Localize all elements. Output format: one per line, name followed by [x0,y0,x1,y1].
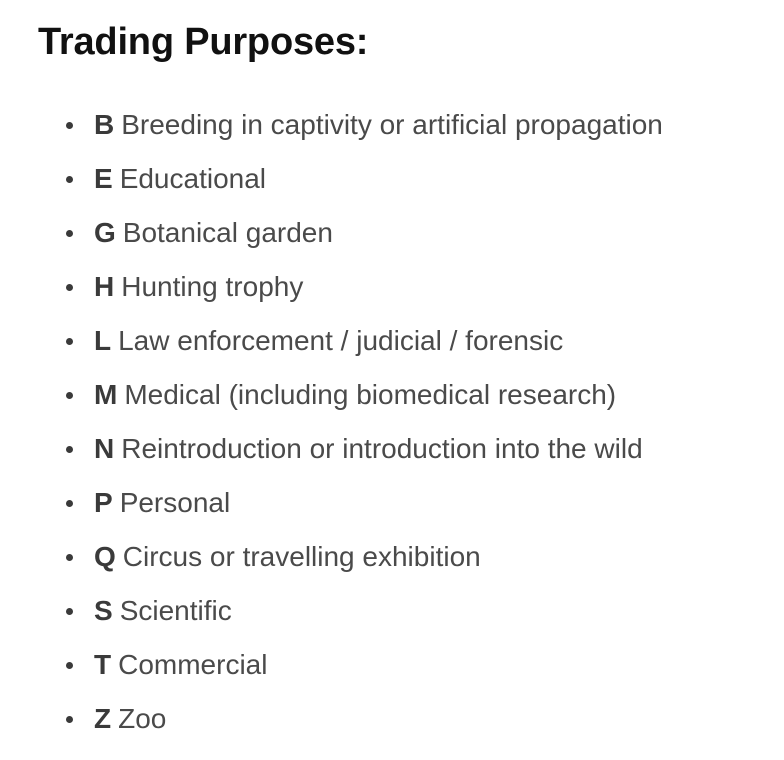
purpose-code: Q [94,541,116,572]
bullet-icon [66,230,73,237]
purpose-label: Botanical garden [122,217,333,248]
purpose-label: Hunting trophy [121,271,304,302]
bullet-icon [66,122,73,129]
purpose-list: B Breeding in captivity or artificial pro… [0,98,663,746]
purpose-code: N [94,433,115,464]
bullet-icon [66,500,73,507]
bullet-icon [66,284,73,291]
list-item: T Commercial [0,638,663,692]
purpose-code: H [94,271,115,302]
list-item: L Law enforcement / judicial / forensic [0,314,663,368]
purpose-label: Circus or travelling exhibition [122,541,481,572]
bullet-icon [66,662,73,669]
purpose-label: Law enforcement / judicial / forensic [118,325,564,356]
page-title: Trading Purposes: [38,21,369,63]
bullet-icon [66,392,73,399]
bullet-icon [66,446,73,453]
list-item: S Scientific [0,584,663,638]
list-item: H Hunting trophy [0,260,663,314]
bullet-icon [66,716,73,723]
purpose-label: Zoo [118,703,167,734]
list-item: Q Circus or travelling exhibition [0,530,663,584]
list-item: B Breeding in captivity or artificial pro… [0,98,663,152]
bullet-icon [66,176,73,183]
purpose-code: Z [94,703,112,734]
purpose-label: Reintroduction or introduction into the … [121,433,643,464]
purpose-code: T [94,649,112,680]
list-item: E Educational [0,152,663,206]
purpose-code: B [94,109,115,140]
bullet-icon [66,608,73,615]
purpose-label: Commercial [118,649,268,680]
list-item: N Reintroduction or introduction into the… [0,422,663,476]
list-item: Z Zoo [0,692,663,746]
purpose-code: P [94,487,113,518]
bullet-icon [66,554,73,561]
bullet-icon [66,338,73,345]
purpose-code: L [94,325,112,356]
purpose-label: Breeding in captivity or artificial prop… [121,109,663,140]
purpose-label: Personal [119,487,231,518]
list-item: M Medical (including biomedical research) [0,368,663,422]
purpose-label: Educational [119,163,267,194]
list-item: G Botanical garden [0,206,663,260]
purpose-label: Scientific [119,595,232,626]
list-item: P Personal [0,476,663,530]
purpose-code: G [94,217,116,248]
purpose-code: M [94,379,118,410]
purpose-code: S [94,595,113,626]
document-page: Trading Purposes: B Breeding in captivity… [0,0,784,760]
purpose-label: Medical (including biomedical research) [124,379,617,410]
purpose-code: E [94,163,113,194]
